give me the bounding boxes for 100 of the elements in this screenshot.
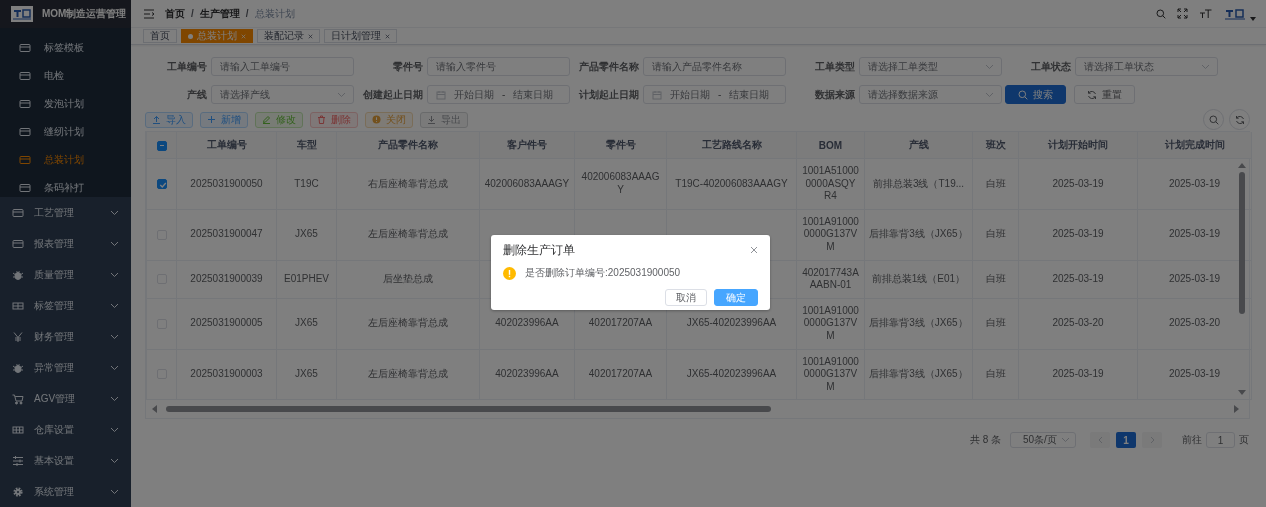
table-cell: 2025-03-20 bbox=[1018, 298, 1138, 350]
select-field[interactable]: 请选择产线 bbox=[211, 85, 354, 104]
field-label: 产品零件名称 bbox=[578, 59, 639, 74]
table-cell: JX65-402023996AA bbox=[666, 349, 797, 400]
menu-item[interactable]: 仓库设置 bbox=[0, 414, 131, 445]
field-label: 产线 bbox=[186, 87, 207, 102]
text-input[interactable]: 请输入零件号 bbox=[427, 57, 570, 76]
delete-button[interactable]: 删除 bbox=[310, 111, 358, 128]
table-cell: 2025-03-19 bbox=[1018, 158, 1138, 210]
column-header: 产品零件名称 bbox=[336, 132, 480, 159]
table-cell: 402006083AAAGY bbox=[574, 158, 667, 210]
select-field[interactable]: 请选择数据来源 bbox=[859, 85, 1002, 104]
table-cell: 1001A910000000G137VM bbox=[796, 349, 865, 400]
table-cell: 2025031900005 bbox=[176, 298, 277, 350]
menu-item[interactable]: 系统管理 bbox=[0, 476, 131, 507]
column-header: 班次 bbox=[972, 132, 1019, 159]
page-suffix: 页 bbox=[1239, 433, 1249, 448]
table-cell: JX65 bbox=[276, 209, 337, 261]
table-cell: 右后座椅靠背总成 bbox=[336, 158, 480, 210]
menu-item[interactable]: 电检 bbox=[0, 62, 131, 90]
field-label: 计划起止日期 bbox=[578, 87, 639, 102]
table-cell: 402017207AA bbox=[574, 349, 667, 400]
table-cell: T19C-402006083AAAGY bbox=[666, 158, 797, 210]
table-cell: 402006083AAAGY bbox=[479, 158, 575, 210]
app-title: MOM制造运营管理 bbox=[42, 7, 127, 21]
column-header: 计划完成时间 bbox=[1137, 132, 1252, 159]
field-label: 创建起止日期 bbox=[362, 87, 423, 102]
table-cell: 白班 bbox=[972, 298, 1019, 350]
table-cell: 白班 bbox=[972, 158, 1019, 210]
table-cell: 后坐垫总成 bbox=[336, 260, 480, 299]
breadcrumb-separator: / bbox=[191, 8, 194, 19]
table-cell: 后排靠背3线（JX65） bbox=[864, 349, 973, 400]
page-size-select[interactable]: 50条/页 bbox=[1010, 432, 1076, 449]
field-label: 数据来源 bbox=[814, 87, 855, 102]
table-cell: 2025031900047 bbox=[176, 209, 277, 261]
field-label: 工单状态 bbox=[1030, 59, 1071, 74]
table-cell: 2025-03-19 bbox=[1018, 209, 1138, 261]
column-header: 零件号 bbox=[574, 132, 667, 159]
menu-item[interactable]: 财务管理 bbox=[0, 321, 131, 352]
table-cell: 左后座椅靠背总成 bbox=[336, 209, 480, 261]
table-cell: 1001A910000000G137VM bbox=[796, 209, 865, 261]
table-cell: 左后座椅靠背总成 bbox=[336, 298, 480, 350]
table-cell: 1001A910000000G137VM bbox=[796, 298, 865, 350]
page-number-input[interactable]: 1 bbox=[1206, 432, 1235, 449]
table-cell: 2025031900039 bbox=[176, 260, 277, 299]
table-cell: E01PHEV bbox=[276, 260, 337, 299]
menu-item[interactable]: 总装计划 bbox=[0, 146, 131, 174]
menu-item[interactable]: 质量管理 bbox=[0, 259, 131, 290]
table-cell: JX65 bbox=[276, 349, 337, 400]
table-cell: T19C bbox=[276, 158, 337, 210]
dialog-message: 是否删除订单编号:2025031900050 bbox=[525, 266, 681, 280]
cancel-button[interactable]: 取消 bbox=[665, 289, 707, 306]
add-button[interactable]: 新增 bbox=[200, 111, 248, 128]
page-button[interactable]: 1 bbox=[1116, 432, 1136, 449]
table-cell: 白班 bbox=[972, 260, 1019, 299]
tab[interactable]: 日计划管理 bbox=[324, 29, 397, 43]
tab[interactable]: 首页 bbox=[143, 29, 177, 43]
table-cell: 2025031900003 bbox=[176, 349, 277, 400]
table-cell: 前排总装3线（T19... bbox=[864, 158, 973, 210]
reset-button[interactable]: 重置 bbox=[1074, 85, 1135, 104]
menu-item[interactable]: 缝纫计划 bbox=[0, 118, 131, 146]
breadcrumb-link[interactable]: 首页 bbox=[165, 6, 185, 21]
table-cell: 2025031900050 bbox=[176, 158, 277, 210]
field-label: 工单编号 bbox=[166, 59, 207, 74]
field-label: 工单类型 bbox=[814, 59, 855, 74]
menu-item[interactable]: 发泡计划 bbox=[0, 90, 131, 118]
column-header: 计划开始时间 bbox=[1018, 132, 1138, 159]
table-cell: 2025-03-19 bbox=[1018, 260, 1138, 299]
confirm-button[interactable]: 确定 bbox=[714, 289, 758, 306]
field-label: 零件号 bbox=[392, 59, 423, 74]
column-header: 工单编号 bbox=[176, 132, 277, 159]
menu-item[interactable]: 标签模板 bbox=[0, 34, 131, 62]
import-button[interactable]: 导入 bbox=[145, 111, 193, 128]
menu-item[interactable]: 报表管理 bbox=[0, 228, 131, 259]
table-cell: 左后座椅靠背总成 bbox=[336, 349, 480, 400]
range-separator: - bbox=[502, 89, 506, 100]
table-cell: 1001A510000000ASQYR4 bbox=[796, 158, 865, 210]
breadcrumb-link[interactable]: 生产管理 bbox=[199, 6, 240, 21]
table-cell: 402023996AA bbox=[479, 349, 575, 400]
table-cell: 后排靠背3线（JX65） bbox=[864, 209, 973, 261]
menu-item[interactable]: AGV管理 bbox=[0, 383, 131, 414]
table-cell: 前排总装1线（E01） bbox=[864, 260, 973, 299]
column-header: 车型 bbox=[276, 132, 337, 159]
column-header: BOM bbox=[796, 132, 865, 159]
column-header: 产线 bbox=[864, 132, 973, 159]
menu-item[interactable]: 基本设置 bbox=[0, 445, 131, 476]
table-cell: 2025-03-19 bbox=[1018, 349, 1138, 400]
menu-item[interactable]: 异常管理 bbox=[0, 352, 131, 383]
table-cell: 白班 bbox=[972, 349, 1019, 400]
jump-label: 前往 bbox=[1182, 433, 1202, 448]
dialog-title: 删除生产订单 bbox=[503, 241, 575, 259]
breadcrumb-separator: / bbox=[245, 8, 249, 19]
tab[interactable]: 装配记录 bbox=[257, 29, 320, 43]
table-cell: 402017743AAABN-01 bbox=[796, 260, 865, 299]
column-header: 客户件号 bbox=[479, 132, 575, 159]
table-cell: 白班 bbox=[972, 209, 1019, 261]
search-button[interactable]: 搜索 bbox=[1005, 85, 1066, 104]
range-separator: - bbox=[718, 89, 722, 100]
menu-item[interactable]: 标签管理 bbox=[0, 290, 131, 321]
tab[interactable]: 总装计划 bbox=[181, 29, 253, 43]
